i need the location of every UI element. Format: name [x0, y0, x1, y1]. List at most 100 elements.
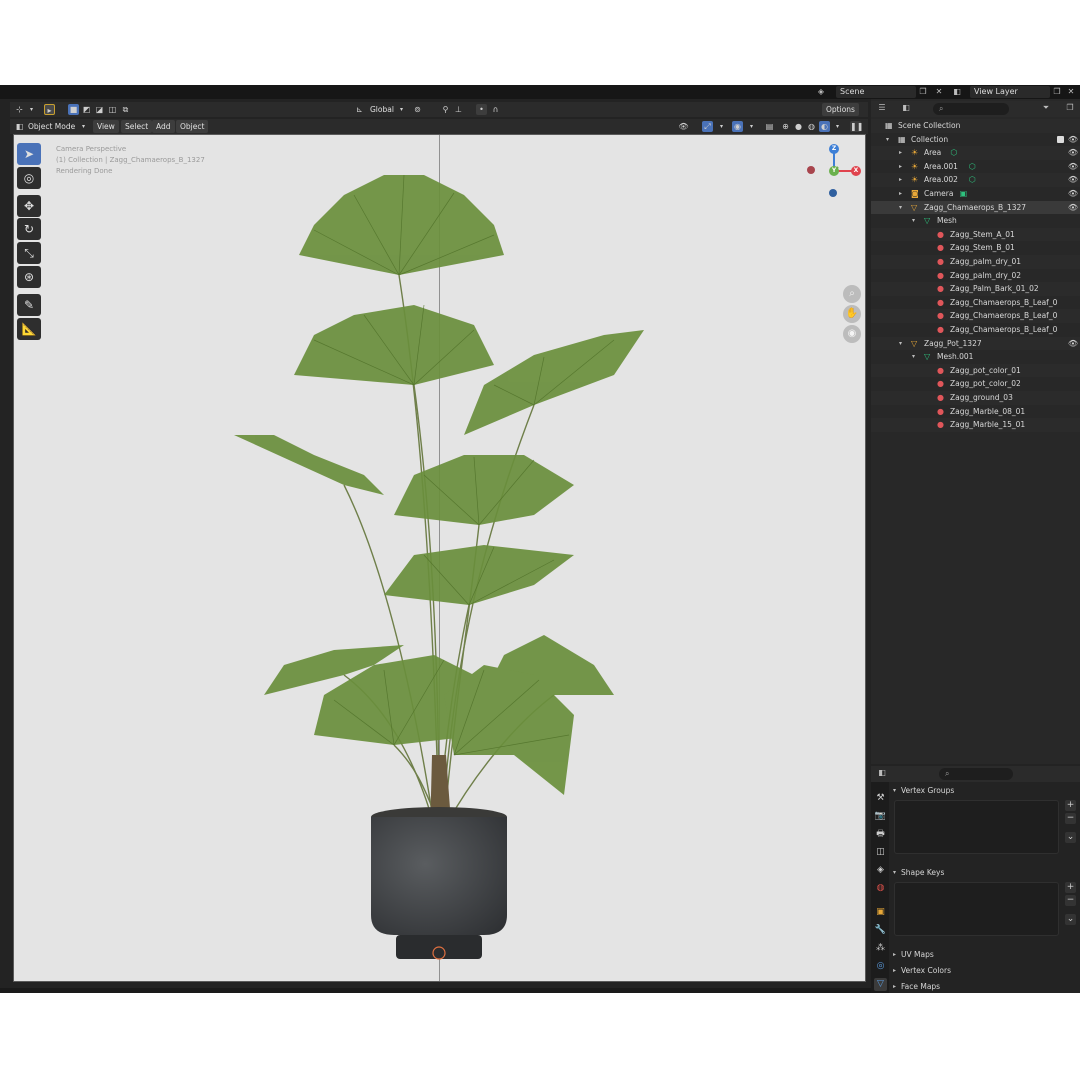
gizmo-toggle-icon[interactable]: ⤢ [702, 121, 713, 132]
expand-right-icon[interactable]: ▸ [899, 173, 902, 187]
expand-down-icon[interactable]: ▾ [899, 337, 902, 351]
outliner-row[interactable]: ● Zagg_ground_03 [871, 391, 1080, 405]
select-mode-extend-icon[interactable]: ◩ [81, 104, 92, 115]
view-layer-tab-icon[interactable]: ◫ [874, 846, 887, 859]
object-tab-icon[interactable]: ▣ [874, 906, 887, 919]
chevron-down-icon[interactable]: ▾ [716, 121, 727, 132]
solid-shading-icon[interactable]: ● [793, 121, 804, 132]
object-mode-select[interactable]: Object Mode [26, 120, 78, 133]
scene-tab-icon[interactable]: ◈ [874, 864, 887, 877]
chevron-down-icon[interactable]: ▾ [78, 121, 89, 132]
vertex-colors-section[interactable]: ▸ Vertex Colors [891, 964, 1078, 978]
outliner-editor-icon[interactable]: ☰ [877, 103, 887, 113]
outliner-row[interactable]: ● Zagg_Marble_08_01 [871, 405, 1080, 419]
properties-editor-icon[interactable]: ◧ [877, 768, 887, 778]
expand-down-icon[interactable]: ▾ [912, 350, 915, 364]
shape-keys-section[interactable]: ▾ Shape Keys [891, 866, 1078, 880]
expand-down-icon[interactable]: ▾ [899, 201, 902, 215]
new-collection-icon[interactable]: ❐ [1065, 103, 1075, 113]
shape-key-specials-button[interactable]: ⌄ [1065, 914, 1076, 925]
vertex-groups-section[interactable]: ▾ Vertex Groups [891, 784, 1078, 798]
expand-down-icon[interactable]: ▾ [912, 214, 915, 228]
visibility-eye-icon[interactable]: 👁 [1068, 201, 1078, 215]
visibility-eye-icon[interactable]: 👁 [1068, 337, 1078, 351]
options-button[interactable]: Options [822, 103, 859, 116]
visibility-eye-icon[interactable]: 👁 [1068, 187, 1078, 201]
visibility-icon[interactable]: 👁 [678, 121, 689, 132]
remove-vertex-group-button[interactable]: − [1065, 813, 1076, 824]
chevron-down-icon[interactable]: ▾ [832, 121, 843, 132]
visibility-eye-icon[interactable]: 👁 [1068, 133, 1078, 147]
object-menu[interactable]: Object [176, 120, 209, 133]
new-view-layer-icon[interactable]: ❐ [1052, 87, 1062, 97]
outliner-row[interactable]: ● Zagg_Chamaerops_B_Leaf_0 [871, 323, 1080, 337]
outliner-row[interactable]: ▸ ◙ Camera ▣ 👁 [871, 187, 1080, 201]
remove-shape-key-button[interactable]: − [1065, 895, 1076, 906]
object-data-icon[interactable]: ⬡ [950, 146, 957, 160]
object-mode-icon[interactable]: ◧ [14, 121, 25, 132]
select-box-tool-icon[interactable]: ▸ [44, 104, 55, 115]
data-tab-icon[interactable]: ▽ [874, 978, 887, 991]
collection-checkbox[interactable] [1057, 135, 1064, 143]
chevron-down-icon[interactable]: ▾ [396, 104, 407, 115]
outliner-row[interactable]: ● Zagg_Palm_Bark_01_02 [871, 282, 1080, 296]
filter-icon[interactable]: ⏷ [1041, 103, 1051, 113]
view-menu[interactable]: View [93, 120, 119, 133]
outliner-row[interactable]: ▾ ▦ Collection 👁 [871, 133, 1080, 147]
select-mode-invert-icon[interactable]: ◫ [107, 104, 118, 115]
select-mode-new-icon[interactable]: ■ [68, 104, 79, 115]
modifier-tab-icon[interactable]: 🔧 [874, 924, 887, 937]
xray-toggle-icon[interactable]: ▤ [764, 121, 775, 132]
face-maps-section[interactable]: ▸ Face Maps [891, 980, 1078, 993]
expand-right-icon[interactable]: ▸ [899, 146, 902, 160]
object-data-icon[interactable]: ⬡ [969, 160, 976, 174]
uv-maps-section[interactable]: ▸ UV Maps [891, 948, 1078, 962]
output-tab-icon[interactable]: 🖶 [874, 828, 887, 841]
scene-icon[interactable]: ◈ [816, 87, 826, 97]
snap-target-icon[interactable]: ⊥ [453, 104, 464, 115]
shape-keys-list[interactable] [894, 882, 1059, 936]
outliner-row[interactable]: ▾ ▽ Mesh.001 [871, 350, 1080, 364]
outliner-search-input[interactable]: ⌕ [933, 103, 1009, 115]
outliner-row[interactable]: ● Zagg_Chamaerops_B_Leaf_0 [871, 309, 1080, 323]
physics-tab-icon[interactable]: ◎ [874, 960, 887, 973]
delete-scene-icon[interactable]: ✕ [934, 87, 944, 97]
particles-tab-icon[interactable]: ⁂ [874, 942, 887, 955]
view-layer-icon[interactable]: ◧ [952, 87, 962, 97]
select-mode-subtract-icon[interactable]: ◪ [94, 104, 105, 115]
outliner-row[interactable]: ▦ Scene Collection [871, 119, 1080, 133]
object-data-icon[interactable]: ⬡ [969, 173, 976, 187]
3d-viewport[interactable]: Camera Perspective (1) Collection | Zagg… [13, 134, 866, 982]
chevron-down-icon[interactable]: ▾ [26, 104, 37, 115]
overlays-toggle-icon[interactable]: ◉ [732, 121, 743, 132]
outliner-row[interactable]: ● Zagg_Marble_15_01 [871, 418, 1080, 432]
object-data-icon[interactable]: ▣ [960, 187, 968, 201]
transform-orientation-select[interactable]: Global [366, 103, 398, 116]
outliner-row[interactable]: ▾ ▽ Mesh [871, 214, 1080, 228]
expand-down-icon[interactable]: ▾ [886, 133, 889, 147]
outliner-row[interactable]: ▾ ▽ Zagg_Chamaerops_B_1327 👁 [871, 200, 1080, 215]
visibility-eye-icon[interactable]: 👁 [1068, 173, 1078, 187]
add-shape-key-button[interactable]: + [1065, 882, 1076, 893]
transform-orientation-icon[interactable]: ⊾ [354, 104, 365, 115]
wireframe-shading-icon[interactable]: ⊕ [780, 121, 791, 132]
select-mode-intersect-icon[interactable]: ⧉ [120, 104, 131, 115]
new-scene-icon[interactable]: ❐ [918, 87, 928, 97]
material-shading-icon[interactable]: ◍ [806, 121, 817, 132]
expand-right-icon[interactable]: ▸ [899, 160, 902, 174]
proportional-edit-icon[interactable]: • [476, 104, 487, 115]
render-tab-icon[interactable]: 📷 [874, 810, 887, 823]
display-mode-icon[interactable]: ◧ [901, 103, 911, 113]
scene-field[interactable]: Scene [836, 86, 916, 98]
outliner-row[interactable]: ● Zagg_Stem_A_01 [871, 227, 1080, 242]
rendered-shading-icon[interactable]: ◐ [819, 121, 830, 132]
visibility-eye-icon[interactable]: 👁 [1068, 160, 1078, 174]
outliner-row[interactable]: ● Zagg_pot_color_01 [871, 363, 1080, 378]
outliner-row[interactable]: ▾ ▽ Zagg_Pot_1327 👁 [871, 336, 1080, 351]
outliner-row[interactable]: ▸ ☀ Area.002 ⬡ 👁 [871, 173, 1080, 187]
editor-type-icon[interactable]: ⊹ [14, 104, 25, 115]
outliner-row[interactable]: ● Zagg_Stem_B_01 [871, 241, 1080, 255]
visibility-eye-icon[interactable]: 👁 [1068, 146, 1078, 160]
select-menu[interactable]: Select [121, 120, 153, 133]
pivot-point-icon[interactable]: ⊚ [412, 104, 423, 115]
